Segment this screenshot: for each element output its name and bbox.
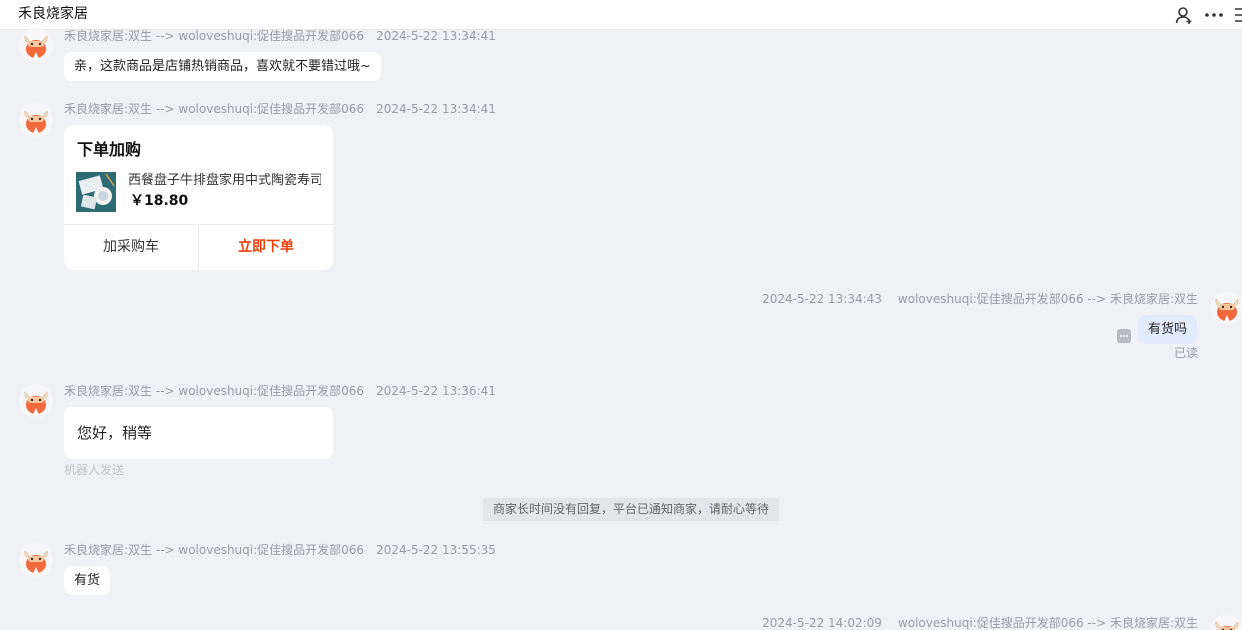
chat-title: 禾良烧家居 [18,6,88,22]
message-bubble[interactable]: 亲，这款商品是店铺热销商品，喜欢就不要错过哦~ [64,52,381,81]
message-meta: 禾良烧家居:双生 --> woloveshuqi:促佳搜品开发部066 2024-… [64,102,496,116]
seller-avatar[interactable] [19,543,53,577]
product-name[interactable]: 西餐盘子牛排盘家用中式陶瓷寿司 [128,172,321,189]
message-meta: 2024-5-22 14:02:09 woloveshuqi:促佳搜品开发部066… [762,616,1198,630]
sender-line: 禾良烧家居:双生 --> woloveshuqi:促佳搜品开发部066 [64,29,365,43]
seller-avatar[interactable] [19,384,53,418]
my-avatar[interactable] [1210,291,1242,325]
message-time: 2024-5-22 13:34:41 [376,29,496,43]
sender-line: woloveshuqi:促佳搜品开发部066 --> 禾良烧家居:双生 [897,292,1198,306]
message-bubble[interactable]: 您好，稍等 [64,407,333,459]
product-price: ￥18.80 [130,193,189,209]
message-time: 2024-5-22 13:34:41 [376,102,496,116]
message-time: 2024-5-22 14:02:09 [762,616,882,630]
order-now-button[interactable]: 立即下单 [199,225,333,270]
add-to-cart-button[interactable]: 加采购车 [64,225,198,270]
add-user-icon[interactable] [1174,5,1194,25]
my-avatar[interactable] [1210,614,1242,630]
message-time: 2024-5-22 13:34:43 [762,292,882,306]
message-meta: 2024-5-22 13:34:43 woloveshuqi:促佳搜品开发部066… [762,292,1198,306]
product-thumbnail[interactable] [76,172,116,212]
sender-line: 禾良烧家居:双生 --> woloveshuqi:促佳搜品开发部066 [64,384,365,398]
message-options-icon[interactable] [1116,328,1132,344]
chat-header: 禾良烧家居 [0,0,1242,30]
sender-line: 禾良烧家居:双生 --> woloveshuqi:促佳搜品开发部066 [64,543,365,557]
sender-line: 禾良烧家居:双生 --> woloveshuqi:促佳搜品开发部066 [64,102,365,116]
robot-sent-note: 机器人发送 [64,463,125,477]
my-message-bubble[interactable]: 有货吗 [1138,315,1198,344]
message-bubble[interactable]: 有货 [64,566,111,595]
order-card: 下单加购 西餐盘子牛排盘家用中式陶瓷寿司 ￥18.80 加采购车 立即下单 [64,125,333,270]
read-status: 已读 [1174,346,1199,360]
message-meta: 禾良烧家居:双生 --> woloveshuqi:促佳搜品开发部066 2024-… [64,543,496,557]
card-title: 下单加购 [77,140,142,159]
sender-line: woloveshuqi:促佳搜品开发部066 --> 禾良烧家居:双生 [897,616,1198,630]
message-meta: 禾良烧家居:双生 --> woloveshuqi:促佳搜品开发部066 2024-… [64,29,496,43]
seller-avatar[interactable] [19,28,53,62]
system-notice: 商家长时间没有回复，平台已通知商家，请耐心等待 [483,498,779,521]
more-options-icon[interactable] [1204,5,1224,25]
message-time: 2024-5-22 13:36:41 [376,384,496,398]
message-time: 2024-5-22 13:55:35 [376,543,496,557]
message-meta: 禾良烧家居:双生 --> woloveshuqi:促佳搜品开发部066 2024-… [64,384,496,398]
menu-icon[interactable] [1233,5,1242,25]
seller-avatar[interactable] [19,103,53,137]
